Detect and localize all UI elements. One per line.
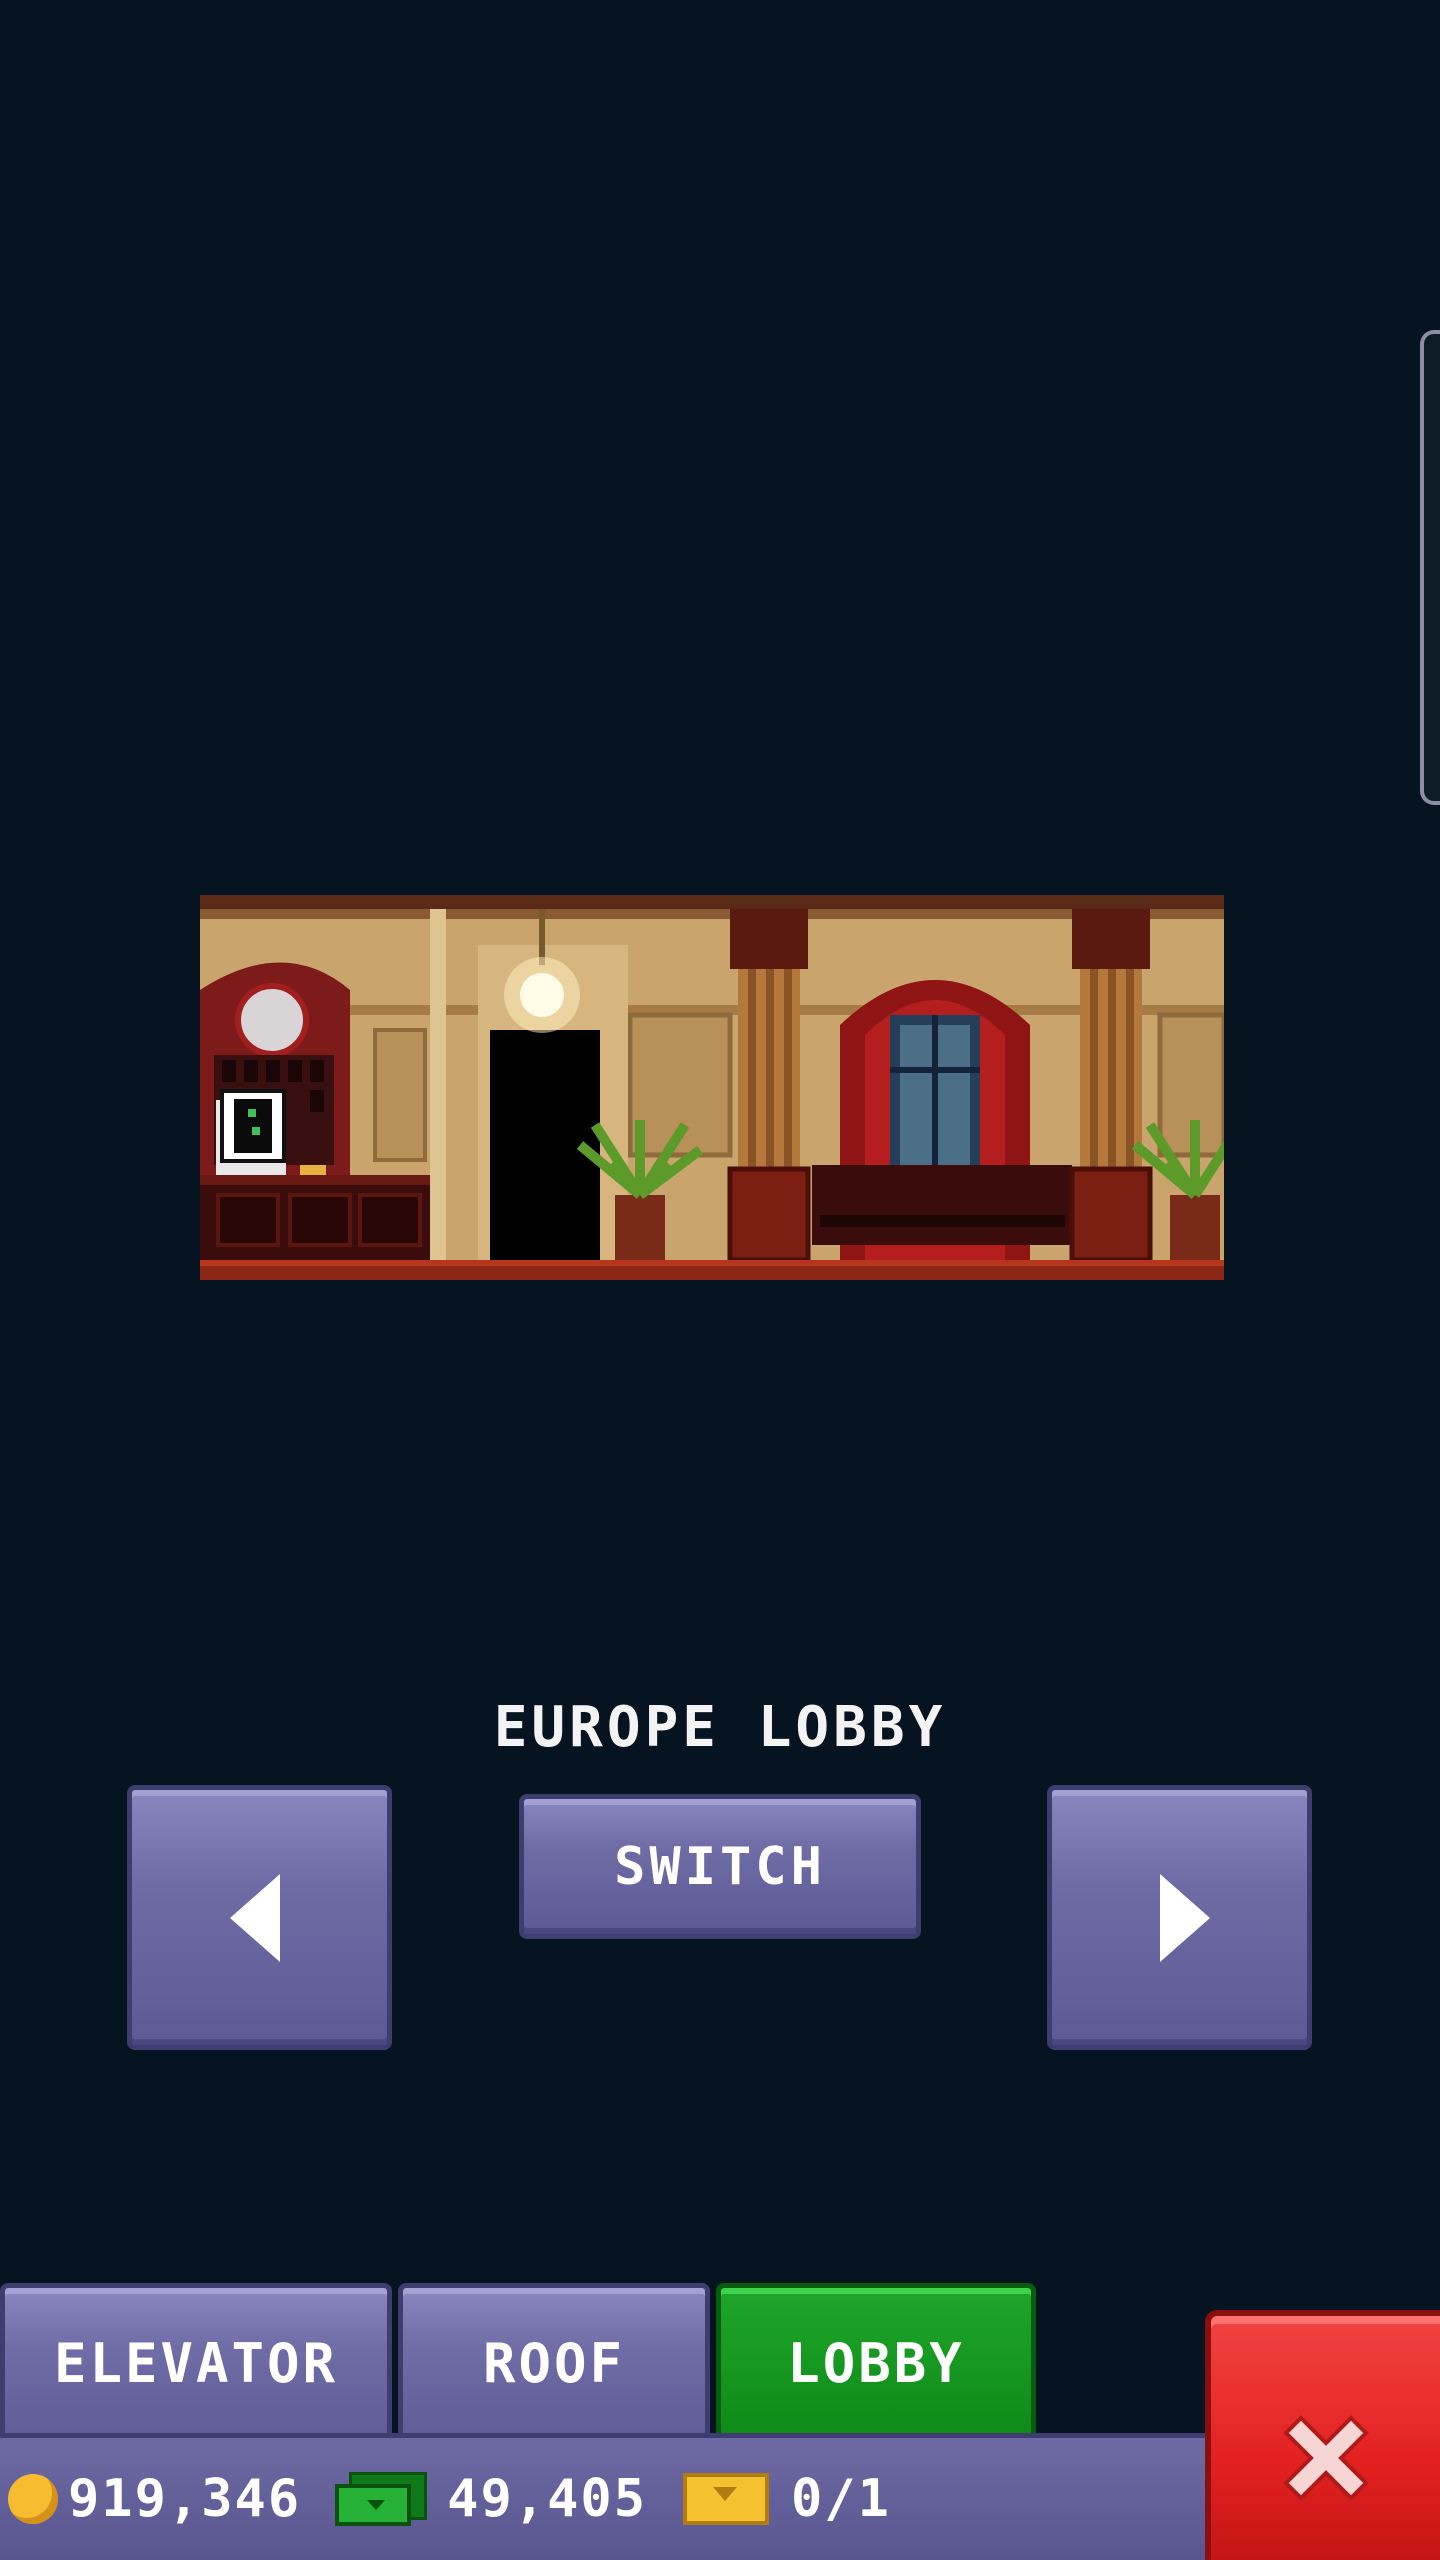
ticket-icon — [683, 2473, 769, 2525]
arrow-right-icon — [1159, 1873, 1210, 1962]
tab-roof[interactable]: ROOF — [398, 2283, 710, 2438]
close-button[interactable] — [1205, 2310, 1440, 2560]
arrow-left-icon — [229, 1873, 280, 1962]
coin-icon — [8, 2474, 58, 2524]
close-icon — [1282, 2415, 1369, 2501]
bux-count: 49,405 — [447, 2469, 647, 2529]
bux-icon — [335, 2472, 428, 2526]
category-tabs: ELEVATOR ROOF LOBBY — [0, 2283, 1040, 2438]
previous-lobby-button[interactable] — [127, 1785, 392, 2050]
tab-lobby[interactable]: LOBBY — [716, 2283, 1036, 2438]
coin-count: 919,346 — [68, 2469, 302, 2529]
tab-elevator[interactable]: ELEVATOR — [0, 2283, 392, 2438]
ticket-count: 0/1 — [791, 2469, 891, 2529]
lobby-preview-image — [200, 895, 1224, 1280]
side-drawer-handle[interactable] — [1420, 330, 1440, 805]
switch-button[interactable]: SWITCH — [519, 1794, 921, 1939]
next-lobby-button[interactable] — [1047, 1785, 1312, 2050]
lobby-name: EUROPE LOBBY — [493, 1695, 947, 1760]
